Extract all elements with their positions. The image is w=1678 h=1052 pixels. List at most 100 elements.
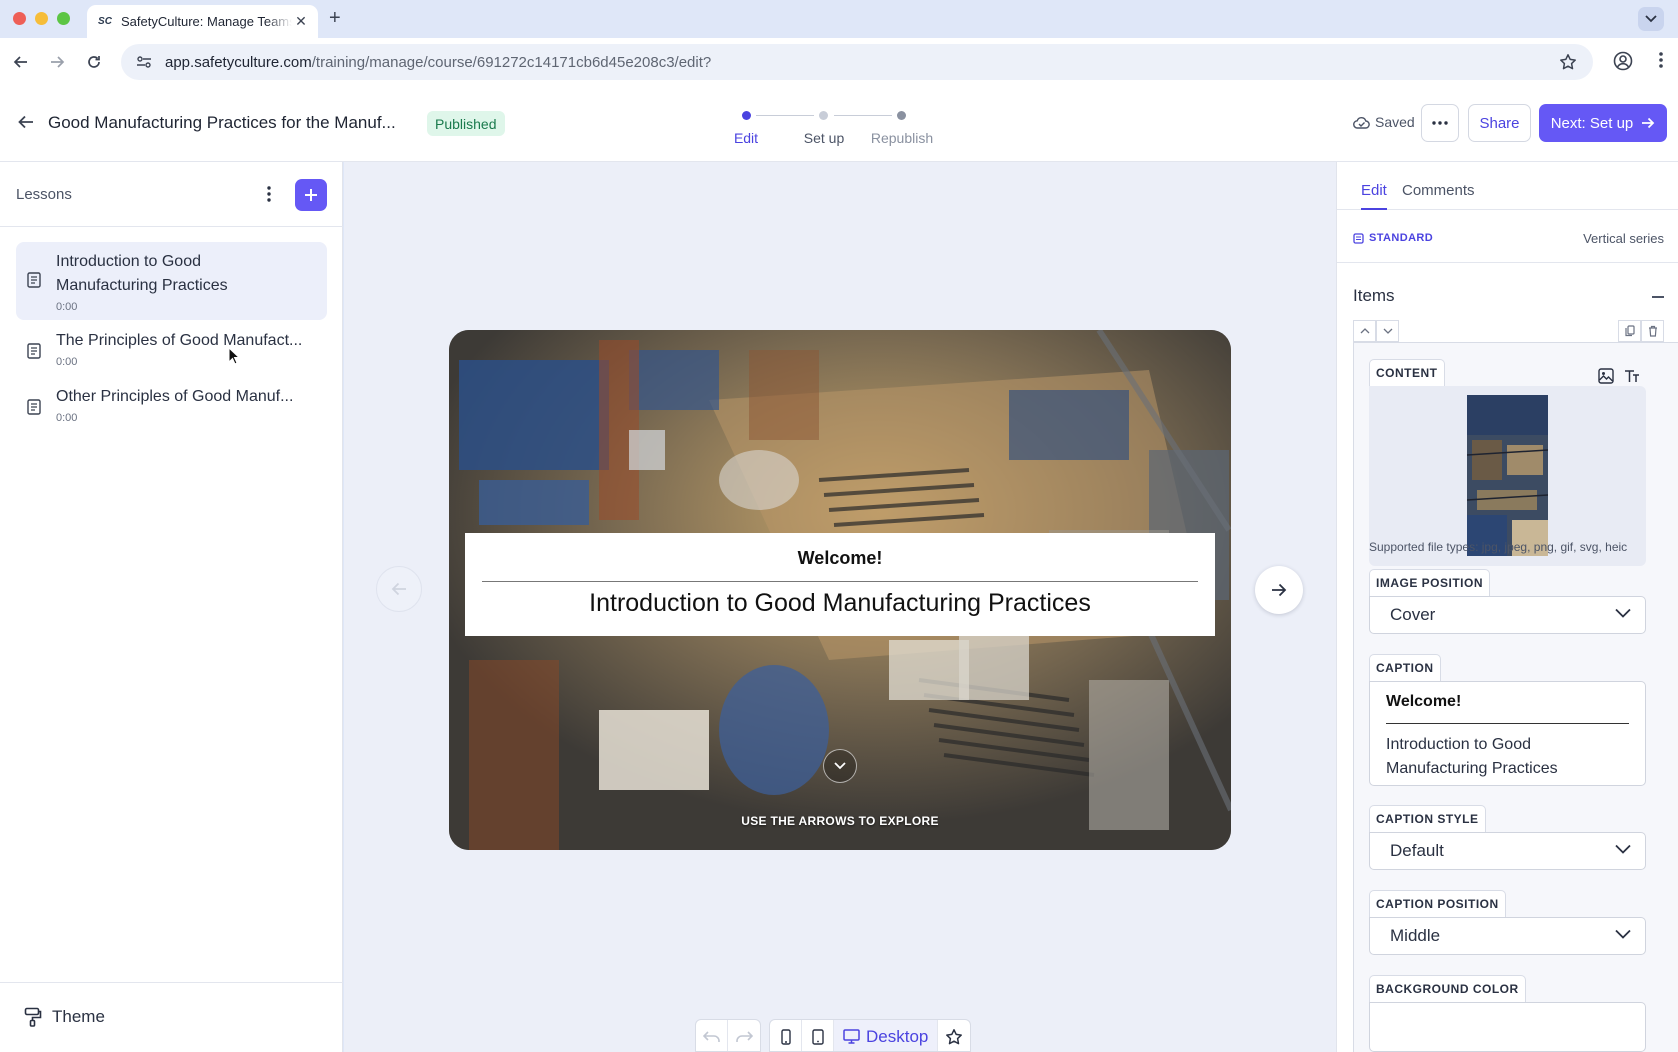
tab-search-chevron-icon[interactable] [1638, 7, 1664, 31]
new-tab-plus-icon[interactable]: + [329, 7, 341, 30]
next-setup-button[interactable]: Next: Set up [1539, 104, 1667, 142]
duplicate-icon[interactable] [1618, 320, 1641, 342]
scroll-down-chevron-icon[interactable] [823, 749, 857, 783]
caption-divider [482, 581, 1198, 582]
slide-caption-heading: Welcome! [797, 548, 883, 568]
caption-label: CAPTION [1369, 654, 1441, 681]
chevron-down-icon [1615, 844, 1631, 854]
move-down-chevron-icon[interactable] [1376, 320, 1399, 342]
lesson-title: The Principles of Good Manufact... [56, 332, 303, 349]
tablet-preview-icon[interactable] [802, 1020, 834, 1051]
editor-canvas: Welcome! Introduction to Good Manufactur… [344, 162, 1336, 1052]
bookmark-star-icon[interactable] [1559, 53, 1577, 76]
tab-edit[interactable]: Edit [1361, 182, 1387, 199]
caption-editor-body: Introduction to Good Manufacturing Pract… [1386, 736, 1558, 777]
lesson-item-other-principles[interactable]: Other Principles of Good Manuf... 0:00 [16, 385, 327, 433]
undo-icon[interactable] [696, 1020, 728, 1051]
more-horizontal-icon [1432, 121, 1448, 125]
site-info-tune-icon[interactable] [135, 53, 153, 71]
sidebar-footer: Theme [0, 982, 343, 1052]
window-close-control[interactable] [13, 12, 26, 25]
caption-style-label: CAPTION STYLE [1369, 805, 1486, 832]
move-up-chevron-icon[interactable] [1353, 320, 1376, 342]
theme-button[interactable]: Theme [24, 1007, 105, 1027]
step-dot-republish [897, 111, 906, 120]
image-icon[interactable] [1598, 368, 1614, 384]
close-tab-icon[interactable]: ✕ [292, 13, 310, 30]
content-label-tab: CONTENT [1369, 359, 1445, 386]
chevron-down-icon [1615, 608, 1631, 618]
favorite-star-icon[interactable] [938, 1020, 970, 1051]
panel-divider [1337, 262, 1678, 263]
lesson-item-introduction[interactable]: Introduction to Good Manufacturing Pract… [16, 242, 327, 320]
step-setup[interactable]: Set up [804, 130, 844, 146]
browser-forward-icon[interactable] [46, 51, 68, 73]
lesson-title-line2: Manufacturing Practices [56, 277, 228, 294]
content-type-tools [1598, 368, 1640, 384]
lesson-item-principles[interactable]: The Principles of Good Manufact... 0:00 [16, 329, 327, 377]
url-text: app.safetyculture.com/training/manage/co… [165, 53, 712, 71]
content-image-dropzone[interactable] [1369, 386, 1646, 566]
active-tab-indicator [1361, 208, 1387, 210]
step-edit[interactable]: Edit [734, 130, 758, 146]
arrow-left-icon [391, 582, 406, 596]
previous-slide-button[interactable] [376, 566, 422, 612]
step-republish[interactable]: Republish [871, 130, 933, 146]
content-image-thumbnail[interactable] [1467, 395, 1548, 556]
series-type-label[interactable]: Vertical series [1583, 231, 1664, 246]
caption-style-select[interactable]: Default [1369, 832, 1646, 870]
publish-stepper: Edit Set up Republish [734, 108, 960, 152]
address-bar[interactable]: app.safetyculture.com/training/manage/co… [121, 44, 1593, 80]
window-minimize-control[interactable] [35, 12, 48, 25]
desktop-preview-button[interactable]: Desktop [834, 1020, 939, 1051]
collapse-minus-icon[interactable] [1652, 296, 1664, 298]
mobile-preview-icon[interactable] [770, 1020, 802, 1051]
step-dot-edit [742, 111, 751, 120]
slide-preview[interactable]: Welcome! Introduction to Good Manufactur… [449, 330, 1231, 850]
editor-header: Good Manufacturing Practices for the Man… [0, 86, 1678, 162]
image-position-select[interactable]: Cover [1369, 596, 1646, 634]
profile-avatar-icon[interactable] [1613, 51, 1633, 76]
background-color-picker[interactable] [1369, 1002, 1646, 1052]
device-preview-toggle: Desktop [769, 1019, 972, 1052]
redo-icon[interactable] [728, 1020, 760, 1051]
lesson-document-icon [27, 272, 41, 293]
caption-position-select[interactable]: Middle [1369, 917, 1646, 955]
course-title[interactable]: Good Manufacturing Practices for the Man… [48, 113, 396, 133]
slide-caption: Welcome! Introduction to Good Manufactur… [465, 533, 1215, 636]
lessons-sidebar: Lessons Introduction to Good Manufacturi… [0, 162, 343, 1052]
lesson-duration: 0:00 [56, 412, 78, 424]
browser-tabstrip: SC SafetyCulture: Manage Teams ✕ + [0, 0, 1678, 38]
paint-roller-icon [24, 1007, 42, 1027]
standard-block-icon [1353, 232, 1364, 244]
tab-comments[interactable]: Comments [1402, 182, 1475, 199]
explore-hint: USE THE ARROWS TO EXPLORE [741, 814, 939, 828]
text-format-icon[interactable] [1624, 368, 1640, 384]
lesson-duration: 0:00 [56, 356, 78, 368]
items-section-title: Items [1353, 286, 1395, 305]
add-lesson-button[interactable] [295, 179, 327, 211]
lesson-document-icon [27, 399, 41, 420]
browser-back-icon[interactable] [10, 51, 32, 73]
step-dot-setup [819, 111, 828, 120]
more-options-button[interactable] [1421, 104, 1459, 142]
browser-menu-kebab-icon[interactable] [1659, 51, 1663, 74]
lessons-menu-kebab-icon[interactable] [262, 184, 276, 209]
lesson-title: Other Principles of Good Manuf... [56, 388, 294, 405]
window-zoom-control[interactable] [57, 12, 70, 25]
background-color-label: BACKGROUND COLOR [1369, 975, 1526, 1002]
next-slide-button[interactable] [1255, 566, 1303, 614]
browser-toolbar: app.safetyculture.com/training/manage/co… [0, 38, 1678, 86]
history-controls [695, 1019, 761, 1052]
share-button[interactable]: Share [1468, 104, 1531, 142]
item-actions [1618, 320, 1664, 342]
caption-editor[interactable]: Welcome! Introduction to Good Manufactur… [1369, 681, 1646, 786]
browser-tab[interactable]: SC SafetyCulture: Manage Teams ✕ [87, 5, 318, 38]
arrow-right-icon [1272, 583, 1287, 597]
back-arrow-icon[interactable] [17, 113, 35, 136]
saved-indicator: Saved [1353, 114, 1415, 130]
plus-icon [305, 189, 317, 201]
safetyculture-favicon-icon: SC [98, 16, 112, 27]
delete-trash-icon[interactable] [1641, 320, 1664, 342]
browser-reload-icon[interactable] [83, 51, 105, 73]
